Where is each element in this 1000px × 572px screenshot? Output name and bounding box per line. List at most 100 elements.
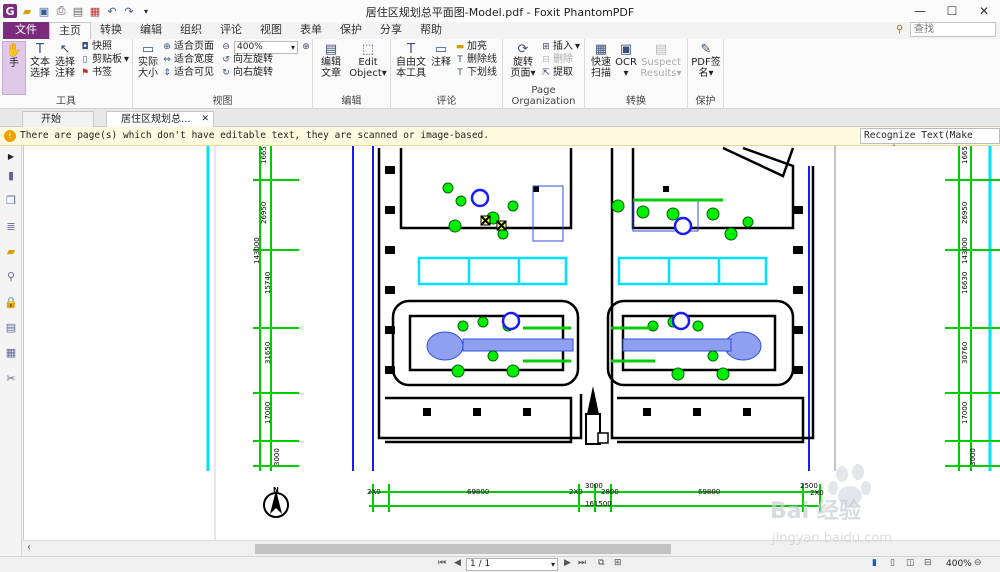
actual-size-label-1: 实际 — [138, 57, 158, 68]
tab-convert[interactable]: 转换 — [91, 22, 131, 39]
open-icon[interactable]: ▰ — [20, 4, 34, 18]
typewriter-button[interactable]: T 自由文 本工具 — [394, 41, 428, 80]
tab-view[interactable]: 视图 — [251, 22, 291, 39]
zoom-in-button[interactable]: ⊕ — [301, 41, 311, 53]
hand-tool-button[interactable]: ✋ 手 — [2, 41, 26, 95]
select-annotation-button[interactable]: ↖ 选择 注释 — [53, 41, 77, 80]
attachments-panel-icon[interactable]: ⚲ — [4, 269, 18, 283]
strikeout-icon: T — [457, 55, 463, 65]
highlight-button[interactable]: ▬ 加亮 — [455, 41, 487, 53]
next-page-icon[interactable]: ▶ — [564, 558, 571, 568]
expand-panel-icon[interactable]: ▶ — [4, 149, 18, 163]
last-page-icon[interactable]: ⏭ — [578, 558, 586, 568]
prev-page-icon[interactable]: ◀ — [454, 558, 461, 568]
fit-width-button[interactable]: ⇔ 适合宽度 — [162, 54, 214, 66]
bookmark-button[interactable]: ⚑ 书签 — [80, 67, 112, 79]
first-page-icon[interactable]: ⏮ — [438, 558, 446, 568]
scrollbar-thumb[interactable] — [255, 544, 671, 554]
typewriter-icon: T — [407, 41, 415, 57]
document-canvas[interactable]: 16650 26950 143000 15740 31650 17000 300… — [23, 146, 1000, 540]
content-panel-icon[interactable]: ▦ — [4, 345, 18, 359]
zoom-select[interactable]: 400% ▾ — [234, 41, 298, 54]
snapshot-button[interactable]: ◘ 快照 — [80, 41, 112, 53]
new-icon[interactable]: ▤ — [71, 4, 85, 18]
customize-dropdown-icon[interactable]: ▾ — [139, 4, 153, 18]
ribbon-tabs: 文件 主页 转换 编辑 组织 评论 视图 表单 保护 分享 帮助 — [0, 22, 1000, 39]
bookmarks-panel-icon[interactable]: ▮ — [4, 168, 18, 182]
single-page-view-icon[interactable]: ▮ — [872, 558, 877, 568]
zoom-out-button[interactable]: ⊖ — [221, 41, 231, 53]
tab-comment[interactable]: 评论 — [211, 22, 251, 39]
edit-object-button[interactable]: ⬚ Edit Object▾ — [349, 41, 387, 80]
minimize-button[interactable]: — — [904, 0, 936, 22]
page-number-input[interactable]: 1 / 1 ▾ — [466, 558, 558, 571]
comments-panel-icon[interactable]: ▰ — [4, 244, 18, 258]
tags-panel-icon[interactable]: ✂ — [4, 371, 18, 385]
suspect-results-button[interactable]: ▤ Suspect Results▾ — [639, 41, 683, 80]
tab-share[interactable]: 分享 — [371, 22, 411, 39]
strikeout-label: 删除线 — [467, 54, 497, 65]
select-text-button[interactable]: T 文本 选择 — [28, 41, 52, 80]
actual-size-button[interactable]: ▭ 实际 大小 — [136, 41, 160, 80]
close-button[interactable]: ✕ — [968, 0, 1000, 22]
fullscreen-icon[interactable]: ⊞ — [614, 558, 622, 568]
underline-button[interactable]: T 下划线 — [455, 67, 497, 79]
layers-panel-icon[interactable]: ≣ — [4, 219, 18, 233]
scroll-left-icon[interactable]: ‹ — [27, 542, 31, 553]
strikeout-button[interactable]: T 删除线 — [455, 54, 497, 66]
rotate-page-button[interactable]: ⟳ 旋转 页面▾ — [506, 41, 540, 80]
redo-icon[interactable]: ↷ — [122, 4, 136, 18]
left-dim-6: 3000 — [273, 448, 281, 466]
page-mode-icon[interactable]: ⧉ — [598, 558, 604, 568]
clipboard-button[interactable]: ▯ 剪贴板 ▾ — [80, 54, 130, 66]
status-zoom-value[interactable]: 400% — [946, 559, 972, 569]
fit-visible-icon: ⇕ — [163, 68, 171, 78]
tab-home[interactable]: 主页 — [49, 22, 91, 39]
fit-visible-button[interactable]: ⇕ 适合可见 — [162, 67, 214, 79]
quick-scan-button[interactable]: ▦ 快速 扫描 — [588, 41, 614, 80]
ocr-button[interactable]: ▣ OCR ▾ — [615, 41, 637, 80]
ocr-icon: ▣ — [619, 41, 633, 57]
note-icon: ▭ — [434, 41, 448, 57]
fit-page-button[interactable]: ⊕ 适合页面 — [162, 41, 214, 53]
close-tab-icon[interactable]: ✕ — [201, 112, 209, 127]
save-icon[interactable]: ▣ — [37, 4, 51, 18]
edit-object-label-2: Object▾ — [349, 68, 387, 79]
tab-file[interactable]: 文件 — [3, 22, 49, 39]
rotate-page-label-2: 页面▾ — [510, 68, 536, 79]
site-plan-drawing: 16650 26950 143000 15740 31650 17000 300… — [23, 146, 1000, 540]
hand-tool-label: 手 — [9, 58, 19, 69]
recognize-text-button[interactable]: Recognize Text(Make searcha — [860, 128, 1000, 155]
horizontal-scrollbar[interactable]: ‹ — [23, 540, 1000, 556]
pages-panel-icon[interactable]: ❐ — [4, 193, 18, 207]
signatures-panel-icon[interactable]: ▤ — [4, 320, 18, 334]
foxit-logo-icon[interactable]: G — [3, 4, 17, 18]
security-panel-icon[interactable]: 🔒 — [4, 295, 18, 309]
tab-document[interactable]: 居住区规划总... ✕ — [106, 111, 214, 127]
group-label-protect: 保护 — [695, 96, 716, 107]
facing-view-icon[interactable]: ◫ — [906, 558, 915, 568]
maximize-button[interactable]: ☐ — [936, 0, 968, 22]
continuous-facing-view-icon[interactable]: ⊟ — [924, 558, 932, 568]
continuous-view-icon[interactable]: ▯ — [890, 558, 895, 568]
edit-text-button[interactable]: ▤ 编辑 文章 — [317, 41, 345, 80]
tab-start[interactable]: 开始 — [22, 111, 94, 127]
tab-form[interactable]: 表单 — [291, 22, 331, 39]
tab-protect[interactable]: 保护 — [331, 22, 371, 39]
zoom-out-status-icon[interactable]: ⊖ — [974, 558, 982, 568]
rotate-left-button[interactable]: ↺ 向左旋转 — [221, 54, 273, 66]
delete-button[interactable]: ⊟ 删除 — [541, 54, 573, 66]
print-icon[interactable]: ⎙ — [54, 4, 68, 18]
tab-organize[interactable]: 组织 — [171, 22, 211, 39]
pdf-sign-button[interactable]: ✎ PDF签 名▾ — [690, 41, 722, 80]
note-button[interactable]: ▭ 注释 — [429, 41, 453, 69]
tab-help[interactable]: 帮助 — [411, 22, 451, 39]
undo-icon[interactable]: ↶ — [105, 4, 119, 18]
typewriter-label-2: 本工具 — [396, 68, 426, 79]
scan-icon[interactable]: ▦ — [88, 4, 102, 18]
extract-button[interactable]: ⇱ 提取 — [541, 67, 573, 79]
rotate-right-button[interactable]: ↻ 向右旋转 — [221, 67, 273, 79]
search-input[interactable] — [910, 22, 996, 37]
insert-button[interactable]: ⊞ 插入 ▾ — [541, 41, 580, 53]
tab-edit[interactable]: 编辑 — [131, 22, 171, 39]
